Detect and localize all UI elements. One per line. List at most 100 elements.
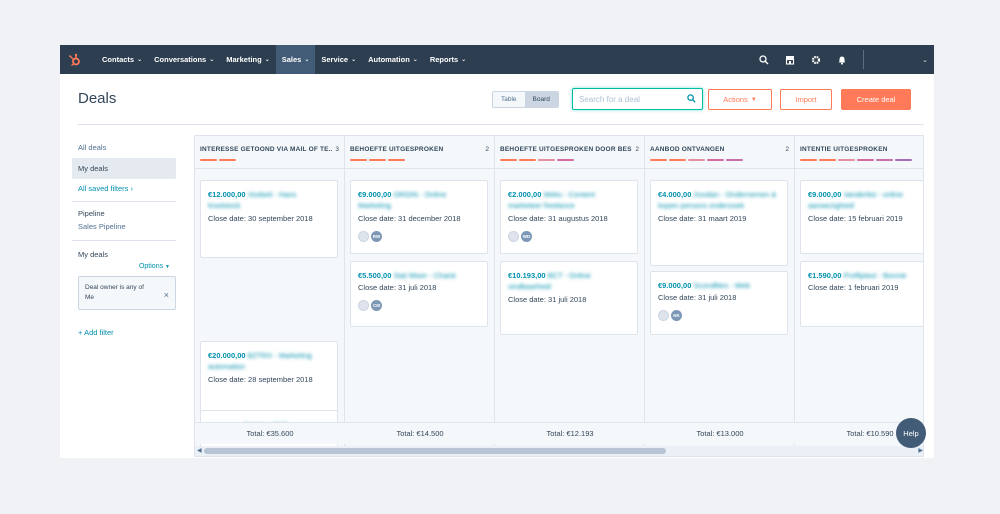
account-menu[interactable]: ⌄ bbox=[870, 45, 934, 74]
hubspot-logo-icon[interactable] bbox=[62, 45, 88, 74]
deal-name-link[interactable]: €5.500,00 Stat Mixer - Charie bbox=[358, 270, 480, 281]
stage-bar bbox=[688, 159, 705, 161]
deal-name-link[interactable]: €10.193,00 BCT - Online vindbaarheid bbox=[508, 270, 630, 293]
bell-icon[interactable] bbox=[829, 45, 855, 74]
deal-name-link[interactable]: €2.000,00 Weks - Content marketeer freel… bbox=[508, 189, 630, 212]
scroll-left-icon[interactable]: ◀ bbox=[197, 447, 202, 454]
close-icon[interactable]: × bbox=[164, 288, 169, 302]
deal-card[interactable]: €9.000,00 Scondlites - Web Close date: 31… bbox=[650, 271, 788, 335]
search-icon[interactable] bbox=[751, 45, 777, 74]
deal-name: Scondlites - Web bbox=[693, 281, 751, 290]
deal-card[interactable]: €5.500,00 Stat Mixer - Charie Close date:… bbox=[350, 261, 488, 327]
deal-card[interactable]: €1.590,00 Profilplast - Bonnie Close date… bbox=[800, 261, 923, 327]
owner-avatar[interactable]: NK bbox=[671, 310, 682, 322]
deal-card[interactable]: €9.000,00 ORGIN - Online Marketing Close … bbox=[350, 180, 488, 254]
deal-card[interactable]: €20.000,00 BZTRX - Marketing automation C… bbox=[200, 341, 338, 413]
stage-progress bbox=[500, 159, 639, 161]
column-header[interactable]: BEHOEFTE UITGESPROKEN 2 bbox=[345, 136, 494, 169]
board-view-button[interactable]: Board bbox=[524, 92, 558, 107]
deal-amount: €10.193,00 bbox=[508, 271, 546, 280]
contact-avatar-placeholder[interactable] bbox=[358, 230, 369, 242]
view-my-deals[interactable]: My deals bbox=[72, 158, 176, 179]
view-all-deals[interactable]: All deals bbox=[72, 137, 176, 158]
pipeline-select[interactable]: Sales Pipeline bbox=[72, 220, 176, 237]
nav-automation[interactable]: Automation ⌄ bbox=[362, 45, 424, 74]
column-title: BEHOEFTE UITGESPROKEN bbox=[350, 146, 444, 153]
pipeline-label: Pipeline bbox=[78, 209, 105, 218]
deal-name-link[interactable]: €9.000,00 ORGIN - Online Marketing bbox=[358, 189, 480, 212]
deal-card[interactable]: €4.000,00 Xovdan - Ondernemen & kopen pe… bbox=[650, 180, 788, 266]
stage-bar bbox=[369, 159, 386, 161]
create-deal-button[interactable]: Create deal bbox=[841, 89, 911, 110]
nav-service[interactable]: Service ⌄ bbox=[315, 45, 362, 74]
deal-avatars: NK bbox=[658, 310, 780, 322]
deal-name-link[interactable]: €4.000,00 Xovdan - Ondernemen & kopen pe… bbox=[658, 189, 780, 212]
column-count: 2 bbox=[635, 146, 639, 153]
owner-avatar[interactable]: CM bbox=[371, 300, 382, 312]
contact-avatar-placeholder[interactable] bbox=[658, 310, 669, 322]
deal-name-link[interactable]: €20.000,00 BZTRX - Marketing automation bbox=[208, 350, 330, 373]
contact-avatar-placeholder[interactable] bbox=[358, 300, 369, 312]
column-header[interactable]: INTERESSE GETOOND VIA MAIL OF TE... 3 bbox=[195, 136, 344, 169]
app-window: Contacts ⌄ Conversations ⌄ Marketing ⌄ Sale… bbox=[60, 45, 934, 458]
scrollbar-thumb[interactable] bbox=[204, 448, 666, 454]
nav-reports[interactable]: Reports ⌄ bbox=[424, 45, 472, 74]
column-title: INTENTIE UITGESPROKEN bbox=[800, 146, 888, 153]
stage-bar bbox=[707, 159, 724, 161]
horizontal-scrollbar[interactable]: ◀ ▶ bbox=[195, 446, 923, 456]
chevron-down-icon: ⌄ bbox=[137, 57, 143, 63]
filter-card[interactable]: Deal owner is any of Me × bbox=[78, 276, 176, 310]
contact-avatar-placeholder[interactable] bbox=[508, 230, 519, 242]
import-button[interactable]: Import bbox=[780, 89, 832, 110]
column-count: 2 bbox=[785, 146, 789, 153]
top-navigation: Contacts ⌄ Conversations ⌄ Marketing ⌄ Sale… bbox=[60, 45, 934, 74]
deal-amount: €5.500,00 bbox=[358, 271, 392, 280]
deal-amount: €9.000,00 bbox=[808, 190, 842, 199]
column-title: INTERESSE GETOOND VIA MAIL OF TE... bbox=[200, 146, 332, 153]
nav-service-label: Service bbox=[321, 55, 349, 64]
column-header[interactable]: AANBOD ONTVANGEN 2 bbox=[645, 136, 794, 169]
table-view-button[interactable]: Table bbox=[493, 92, 525, 107]
options-label: Options bbox=[138, 263, 164, 270]
nav-marketing-label: Marketing bbox=[226, 55, 262, 64]
search-input[interactable]: Search for a deal bbox=[572, 88, 703, 110]
search-icon bbox=[687, 90, 696, 108]
all-saved-filters-link[interactable]: All saved filters › bbox=[72, 179, 176, 198]
deal-name-link[interactable]: €12.000,00 Voxbeit - Hans Koolstock bbox=[208, 189, 330, 212]
deal-card[interactable]: €10.193,00 BCT - Online vindbaarheid Clos… bbox=[500, 261, 638, 335]
marketplace-icon[interactable] bbox=[777, 45, 803, 74]
all-saved-filters-label: All saved filters bbox=[78, 184, 129, 193]
deal-card[interactable]: €2.000,00 Weks - Content marketeer freel… bbox=[500, 180, 638, 254]
import-label: Import bbox=[795, 95, 817, 104]
owner-avatar[interactable]: RW bbox=[371, 230, 382, 242]
nav-conversations[interactable]: Conversations ⌄ bbox=[148, 45, 220, 74]
deal-card[interactable]: €9.000,00 Vanderlist - online aanwezighe… bbox=[800, 180, 923, 254]
gear-icon[interactable] bbox=[803, 45, 829, 74]
add-filter-button[interactable]: + Add filter bbox=[72, 310, 176, 337]
stage-bar bbox=[200, 159, 217, 161]
stage-bar bbox=[350, 159, 367, 161]
filter-section-title: My deals bbox=[78, 250, 109, 259]
deal-name-link[interactable]: €9.000,00 Vanderlist - online aanwezighe… bbox=[808, 189, 923, 212]
nav-sales[interactable]: Sales ⌄ bbox=[275, 45, 316, 74]
options-link[interactable]: Options ▼ bbox=[72, 261, 176, 274]
owner-avatar[interactable]: WD bbox=[521, 230, 532, 242]
help-button[interactable]: Help bbox=[896, 418, 926, 448]
stage-bar bbox=[650, 159, 667, 161]
nav-contacts[interactable]: Contacts ⌄ bbox=[96, 45, 148, 74]
stage-bar bbox=[876, 159, 893, 161]
deals-board: INTERESSE GETOOND VIA MAIL OF TE... 3 €12.… bbox=[194, 135, 924, 457]
column-header[interactable]: INTENTIE UITGESPROKEN bbox=[795, 136, 923, 169]
sidebar-divider bbox=[72, 240, 176, 241]
deal-name-link[interactable]: €1.590,00 Profilplast - Bonnie bbox=[808, 270, 923, 281]
stage-bar bbox=[669, 159, 686, 161]
column-count: 3 bbox=[335, 146, 339, 153]
deal-name-link[interactable]: €9.000,00 Scondlites - Web bbox=[658, 280, 780, 291]
scroll-right-icon[interactable]: ▶ bbox=[918, 447, 923, 454]
search-placeholder: Search for a deal bbox=[579, 94, 640, 104]
column-header[interactable]: BEHOEFTE UITGESPROKEN DOOR BES... 2 bbox=[495, 136, 644, 169]
actions-button[interactable]: Actions ▼ bbox=[708, 89, 772, 110]
nav-marketing[interactable]: Marketing ⌄ bbox=[220, 45, 275, 74]
deal-card[interactable]: €12.000,00 Voxbeit - Hans Koolstock Close… bbox=[200, 180, 338, 258]
stage-bar bbox=[519, 159, 536, 161]
